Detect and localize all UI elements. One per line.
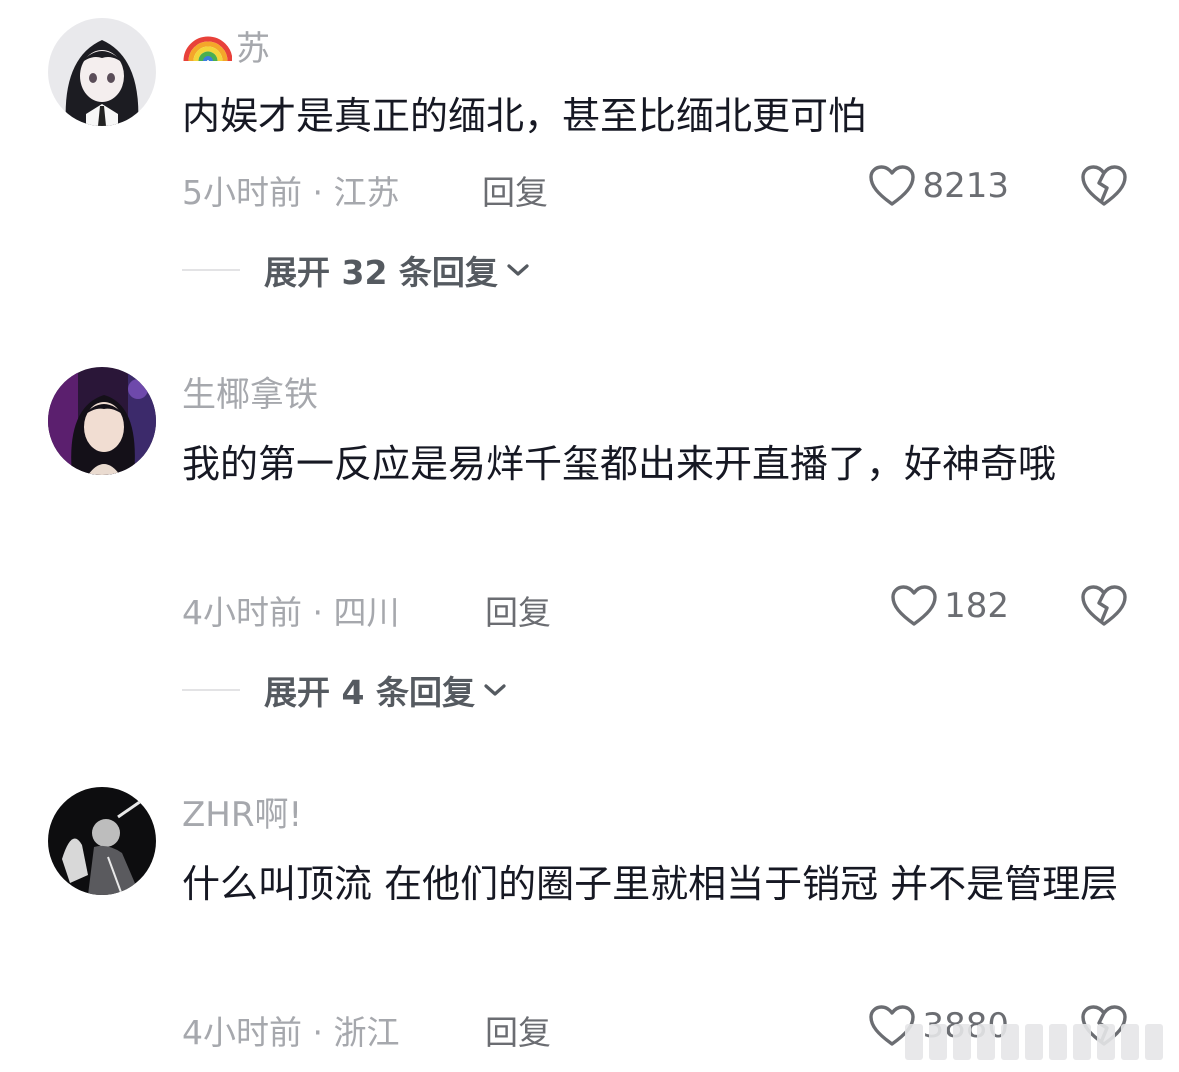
like-count: 8213: [922, 166, 1009, 206]
reply-button[interactable]: 回复: [482, 166, 548, 214]
comment-list: 苏 内娱才是真正的缅北，甚至比缅北更可怕 5小时前 · 江苏 回复 8213 展…: [0, 0, 1179, 1072]
heart-outline-icon: [869, 165, 916, 206]
dislike-button[interactable]: [1080, 164, 1128, 212]
expand-replies-button[interactable]: 展开 32 条回复: [182, 246, 530, 294]
like-button[interactable]: 8213: [868, 164, 1009, 208]
username-text: 生椰拿铁: [182, 374, 318, 415]
comment-text: 什么叫顶流 在他们的圈子里就相当于销冠 并不是管理层: [182, 862, 1119, 906]
username-text: 苏: [236, 28, 270, 69]
avatar[interactable]: [48, 787, 156, 895]
watermark-overlay: [905, 1012, 1175, 1072]
expand-replies-button[interactable]: 展开 4 条回复: [182, 666, 507, 714]
comment-meta: 4小时前 · 四川: [182, 593, 400, 632]
expand-replies-label: 展开 32 条回复: [264, 253, 498, 292]
comment-text: 内娱才是真正的缅北，甚至比缅北更可怕: [182, 94, 867, 138]
username[interactable]: 生椰拿铁: [182, 368, 318, 415]
username-text: ZHR啊!: [182, 794, 303, 835]
username[interactable]: ZHR啊!: [182, 788, 303, 835]
divider: [182, 269, 240, 271]
broken-heart-icon: [1081, 585, 1127, 626]
comment-meta: 4小时前 · 浙江: [182, 1013, 400, 1052]
chevron-down-icon: [484, 684, 506, 696]
dislike-button[interactable]: [1080, 584, 1128, 632]
comment-text: 我的第一反应是易烊千玺都出来开直播了，好神奇哦: [182, 442, 1057, 486]
like-count: 182: [944, 586, 1009, 626]
broken-heart-icon: [1081, 165, 1127, 206]
like-button[interactable]: 182: [890, 584, 1009, 628]
heart-outline-icon: [891, 585, 937, 626]
reply-button[interactable]: 回复: [485, 1006, 551, 1054]
reply-button[interactable]: 回复: [485, 586, 551, 634]
chevron-down-icon: [507, 264, 529, 276]
comment-meta: 5小时前 · 江苏: [182, 173, 400, 212]
expand-replies-label: 展开 4 条回复: [264, 673, 475, 712]
username[interactable]: 苏: [182, 22, 270, 69]
rainbow-emoji-icon: [182, 19, 233, 72]
avatar[interactable]: [48, 18, 156, 126]
divider: [182, 689, 240, 691]
avatar[interactable]: [48, 367, 156, 475]
